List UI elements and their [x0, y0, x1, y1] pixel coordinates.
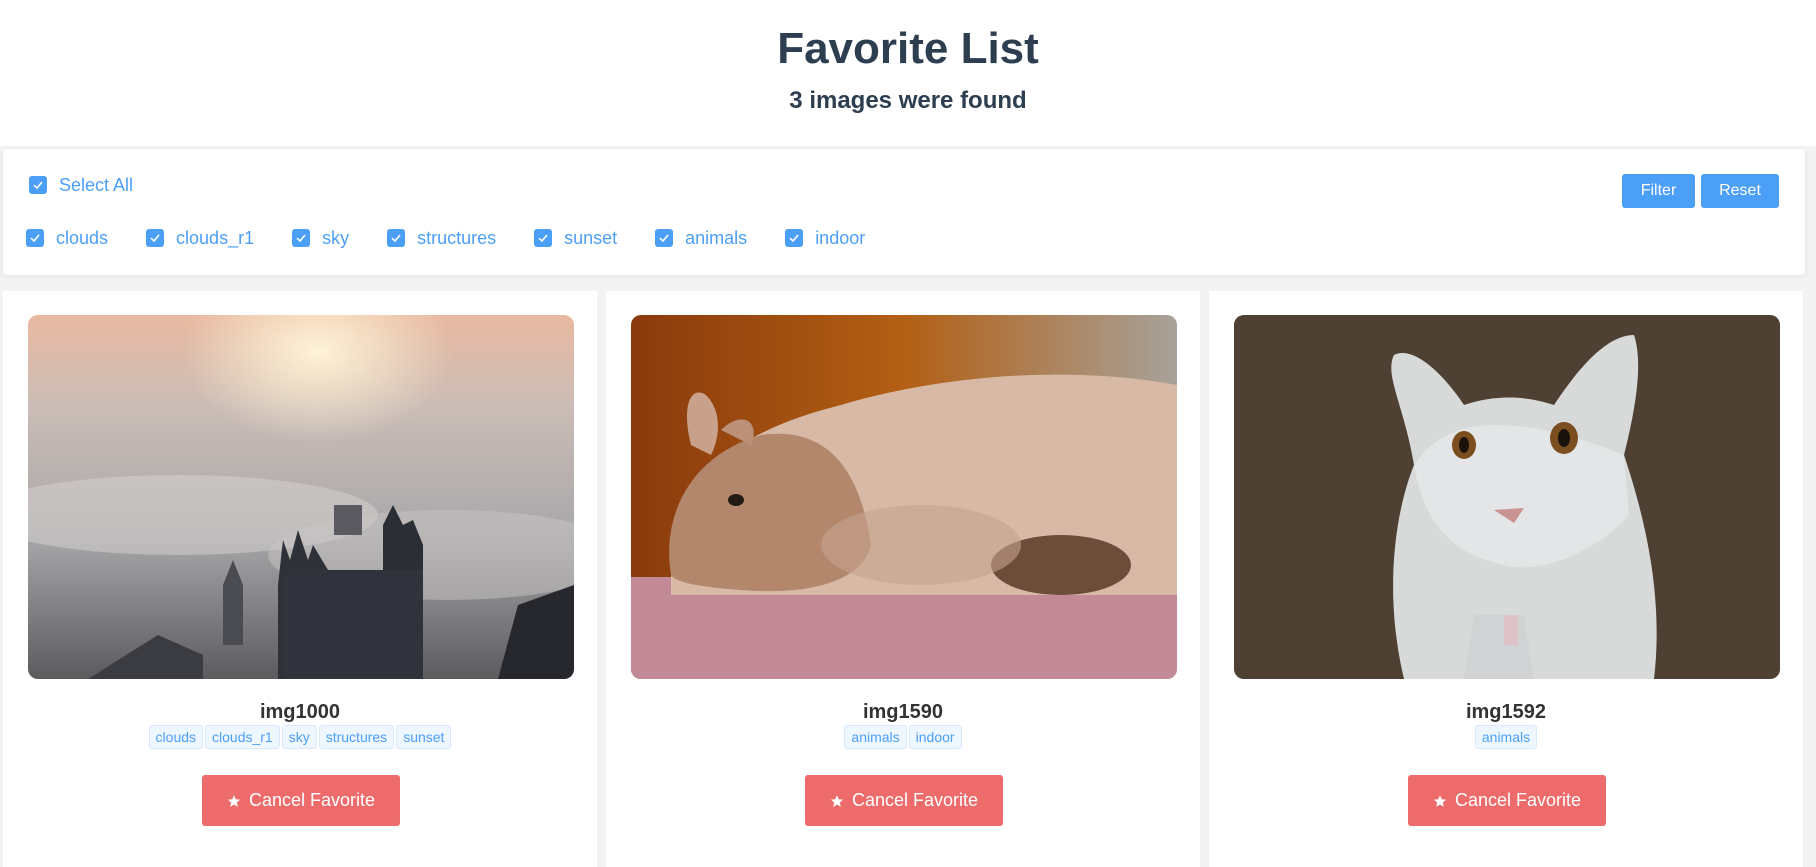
cancel-favorite-label: Cancel Favorite	[851, 790, 979, 810]
filter-button[interactable]: Filter	[1622, 174, 1695, 208]
page-title: Favorite List	[777, 24, 1039, 73]
favorites-grid: img1000 clouds clouds_r1 sky structures …	[3, 291, 1812, 867]
checkmark-icon	[26, 229, 44, 247]
tag-label: structures	[417, 228, 497, 248]
tag-chip: structures	[318, 725, 395, 749]
card-title: img1590	[862, 701, 944, 723]
cancel-favorite-label: Cancel Favorite	[1454, 790, 1582, 810]
favorite-card: img1592 animals Cancel Favorite	[1209, 291, 1803, 867]
tag-chip: clouds	[148, 725, 204, 749]
filter-actions: Filter Reset	[1616, 174, 1779, 208]
tag-chip: animals	[1474, 725, 1538, 749]
checkmark-icon	[387, 229, 406, 247]
card-tag-list: animals indoor	[606, 725, 1200, 749]
tag-label: sky	[322, 228, 350, 248]
favorite-card: img1000 clouds clouds_r1 sky structures …	[3, 291, 597, 867]
filter-panel: Select All Filter Reset	[3, 149, 1805, 275]
page-header: Favorite List 3 images were found	[0, 0, 1816, 146]
reset-button[interactable]: Reset	[1701, 174, 1779, 208]
star-icon	[830, 794, 844, 808]
checkmark-icon	[146, 229, 165, 247]
page: Favorite List 3 images were found Select…	[0, 0, 1816, 867]
card-title: img1000	[259, 701, 341, 723]
checkmark-icon	[655, 229, 674, 247]
tag-chip: sky	[281, 725, 317, 749]
tag-checkbox-clouds-r1[interactable]: clouds_r1	[146, 228, 254, 248]
tag-checkbox-indoor[interactable]: indoor	[785, 228, 865, 248]
card-title: img1592	[1465, 701, 1547, 723]
checkmark-icon	[29, 176, 47, 194]
cancel-favorite-button[interactable]: Cancel Favorite	[805, 775, 1003, 826]
card-image[interactable]	[631, 315, 1177, 679]
tag-label: sunset	[564, 228, 618, 248]
card-tag-list: clouds clouds_r1 sky structures sunset	[3, 725, 597, 749]
cancel-favorite-button[interactable]: Cancel Favorite	[202, 775, 400, 826]
tag-checkbox-sky[interactable]: sky	[292, 228, 349, 248]
tag-checkbox-structures[interactable]: structures	[387, 228, 496, 248]
card-image[interactable]	[28, 315, 574, 679]
favorite-card: img1590 animals indoor Cancel Favorite	[606, 291, 1200, 867]
tag-filter-list: clouds clouds_r1 sky structures sunset a…	[26, 228, 903, 248]
tag-label: clouds	[56, 228, 109, 248]
cancel-favorite-button[interactable]: Cancel Favorite	[1408, 775, 1606, 826]
select-all-label: Select All	[59, 175, 134, 195]
tag-chip: clouds_r1	[205, 725, 280, 749]
checkmark-icon	[292, 229, 311, 247]
tag-checkbox-animals[interactable]: animals	[655, 228, 747, 248]
result-count: 3 images were found	[789, 87, 1027, 114]
cancel-favorite-label: Cancel Favorite	[248, 790, 376, 810]
tag-checkbox-sunset[interactable]: sunset	[534, 228, 617, 248]
card-tag-list: animals	[1209, 725, 1803, 749]
tag-checkbox-clouds[interactable]: clouds	[26, 228, 108, 248]
checkmark-icon	[785, 229, 804, 247]
select-all-checkbox[interactable]: Select All	[29, 175, 133, 195]
star-icon	[227, 794, 241, 808]
tag-chip: indoor	[908, 725, 962, 749]
star-icon	[1433, 794, 1447, 808]
tag-label: animals	[685, 228, 748, 248]
tag-chip: animals	[844, 725, 907, 749]
tag-chip: sunset	[396, 725, 452, 749]
checkmark-icon	[534, 229, 553, 247]
tag-label: indoor	[815, 228, 866, 248]
card-image[interactable]	[1234, 315, 1780, 679]
tag-label: clouds_r1	[176, 228, 255, 248]
